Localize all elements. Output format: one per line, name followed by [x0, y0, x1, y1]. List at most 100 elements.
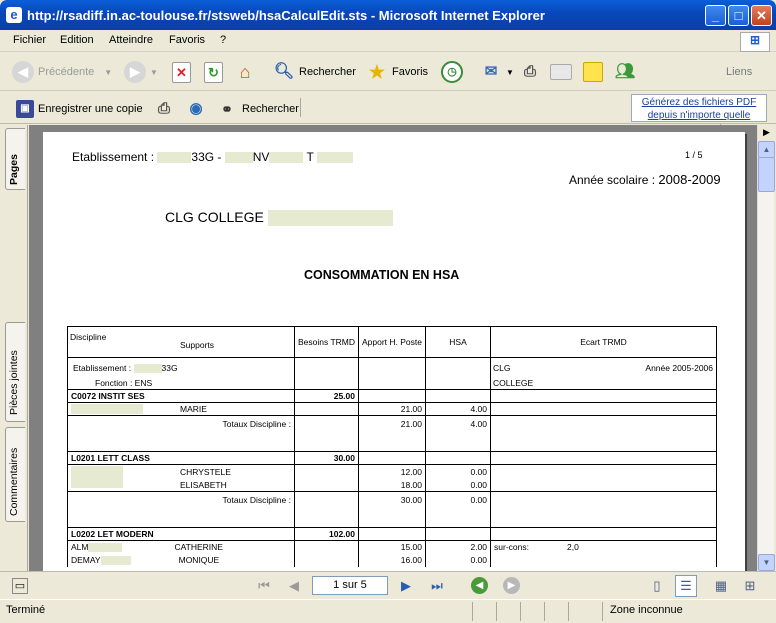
tab-pages-label: Pages — [8, 154, 20, 185]
page-number: 1 / 5 — [685, 150, 703, 160]
teacher-prefix: DEMAY — [71, 554, 101, 565]
menu-edition[interactable]: Edition — [60, 34, 94, 46]
refresh-icon: ↻ — [204, 61, 223, 83]
info-row: Etablissement : 33G Fonction : ENS CLG A… — [67, 357, 717, 390]
close-button[interactable]: ✕ — [751, 5, 772, 26]
expand-panel-icon[interactable]: ▶ — [758, 125, 775, 142]
etab-label: Etablissement : — [72, 150, 155, 164]
page-navigation-bar: ▭ ⏮ ◀ 1 sur 5 ▶ ⏭ ◀ ▶ ▯ ☰ ▦ ⊞ — [0, 571, 776, 599]
facing-view-icon[interactable]: ▦ — [710, 575, 732, 597]
toggle-pane-icon[interactable]: ▭ — [12, 578, 28, 594]
history-button[interactable]: ◷ — [441, 59, 463, 85]
section-besoins: 25.00 — [294, 389, 359, 403]
section-besoins: 30.00 — [294, 451, 359, 465]
home-button[interactable]: ⌂ — [234, 59, 256, 85]
school-year-value: 2008-2009 — [658, 172, 721, 187]
email-button[interactable]: ◉ — [185, 96, 207, 122]
search-icon: 🔍︎ — [273, 63, 295, 80]
notes-button[interactable] — [583, 59, 603, 85]
school-year-label: Année scolaire : — [569, 173, 656, 187]
redacted-block — [100, 556, 131, 566]
status-bar: Terminé Zone inconnue — [0, 599, 776, 623]
apport-value: 18.00 — [357, 478, 427, 492]
total-label: Totaux Discipline : — [67, 415, 295, 452]
info-fonction: Fonction : ENS — [95, 378, 153, 388]
header-ecart: Ecart TRMD — [490, 326, 717, 358]
redacted-block — [317, 152, 354, 164]
section-header-row: L0201 LETT CLASS 30.00 — [67, 451, 717, 465]
next-page-button[interactable]: ▶ — [396, 576, 416, 596]
menu-favoris[interactable]: Favoris — [169, 34, 205, 46]
go-forward-view-icon[interactable]: ▶ — [503, 577, 520, 594]
search-button[interactable]: 🔍︎ Rechercher — [273, 59, 356, 85]
total-hsa: 4.00 — [425, 415, 492, 452]
save-copy-button[interactable]: ▣ Enregistrer une copie — [16, 96, 143, 122]
header-discipline-label: Discipline — [70, 332, 107, 342]
table-header: Discipline Supports Besoins TRMD Apport … — [67, 326, 717, 358]
pdf-print-button[interactable]: ⎙ — [153, 96, 175, 122]
favorites-button[interactable]: ★ Favoris — [366, 59, 428, 85]
search-label: Rechercher — [299, 66, 356, 78]
divider — [300, 98, 301, 117]
messenger-button[interactable]: 👥︎ — [614, 59, 636, 85]
mail-button[interactable]: ✉ ▼ — [480, 59, 514, 85]
pdf-search-button[interactable]: ⚭ Rechercher — [216, 96, 299, 122]
tab-comments[interactable]: Commentaires — [5, 427, 25, 522]
info-college: COLLEGE — [493, 378, 534, 388]
info-etab-label: Etablissement : — [73, 363, 132, 373]
teacher-name: CATHERINE — [174, 542, 223, 553]
printer-icon: ⎙ — [523, 63, 536, 80]
vertical-scrollbar[interactable]: ▶ ▲ ▼ — [757, 125, 775, 571]
college-name: CLG COLLEGE — [165, 209, 264, 225]
etab-code: 33G - — [191, 150, 222, 164]
hsa-table: Discipline Supports Besoins TRMD Apport … — [67, 326, 717, 567]
hsa-value: 4.00 — [425, 402, 492, 416]
continuous-facing-view-icon[interactable]: ⊞ — [739, 575, 761, 597]
total-row: Totaux Discipline : 21.00 4.00 — [67, 415, 717, 452]
star-icon: ★ — [368, 62, 386, 82]
ecart-label: sur-cons: — [494, 542, 529, 553]
scroll-thumb[interactable] — [758, 157, 775, 192]
header-supports-label: Supports — [180, 340, 215, 350]
single-page-view-icon[interactable]: ▯ — [646, 575, 668, 597]
minimize-button[interactable]: _ — [705, 5, 726, 26]
scroll-up-button[interactable]: ▲ — [758, 141, 775, 158]
menu-fichier[interactable]: Fichier — [13, 34, 46, 46]
divider — [544, 602, 545, 621]
scroll-down-button[interactable]: ▼ — [758, 554, 775, 571]
window-title: http://rsadiff.in.ac-toulouse.fr/stsweb/… — [27, 8, 545, 23]
document-viewport[interactable]: Etablissement : 33G - NV T 1 / 5 Année s… — [29, 125, 757, 571]
stop-button[interactable]: ✕ — [172, 59, 191, 85]
links-button[interactable]: Liens — [726, 59, 752, 85]
teacher-name: CHRYSTELE — [180, 466, 231, 477]
tab-pages[interactable]: Pages — [5, 128, 25, 190]
refresh-button[interactable]: ↻ — [204, 59, 223, 85]
menu-atteindre[interactable]: Atteindre — [109, 34, 153, 46]
continuous-view-icon[interactable]: ☰ — [675, 575, 697, 597]
forward-button[interactable]: ▶ ▼ — [124, 59, 158, 85]
main-toolbar: ◀ Précédente ▼ ▶ ▼ ✕ ↻ ⌂ 🔍︎ Rechercher ★… — [0, 53, 776, 135]
back-button[interactable]: ◀ Précédente ▼ — [12, 59, 112, 85]
page-number-input[interactable]: 1 sur 5 — [312, 576, 388, 595]
chevron-down-icon: ▼ — [150, 67, 158, 77]
print-button[interactable]: ⎙ — [519, 59, 541, 85]
last-page-button[interactable]: ⏭ — [427, 576, 447, 596]
header-besoins: Besoins TRMD — [294, 326, 359, 358]
first-page-button[interactable]: ⏮ — [254, 576, 274, 596]
previous-page-button[interactable]: ◀ — [284, 576, 304, 596]
section-code: C0072 INSTIT SES — [67, 389, 295, 403]
divider — [520, 602, 521, 621]
menu-help[interactable]: ? — [220, 34, 226, 46]
edit-icon — [550, 64, 572, 80]
ad-link[interactable]: Générez des fichiers PDF depuis n'import… — [631, 94, 767, 122]
maximize-button[interactable]: □ — [728, 5, 749, 26]
chevron-down-icon: ▼ — [506, 67, 514, 77]
tab-attachments[interactable]: Pièces jointes — [5, 322, 25, 422]
go-back-view-icon[interactable]: ◀ — [471, 577, 488, 594]
school-year: Année scolaire : 2008-2009 — [569, 172, 721, 187]
hsa-value: 0.00 — [425, 553, 492, 567]
info-left: Etablissement : 33G Fonction : ENS — [67, 357, 295, 390]
edit-button[interactable] — [550, 59, 572, 85]
info-code: 33G — [161, 363, 178, 373]
redacted-block — [224, 152, 253, 164]
